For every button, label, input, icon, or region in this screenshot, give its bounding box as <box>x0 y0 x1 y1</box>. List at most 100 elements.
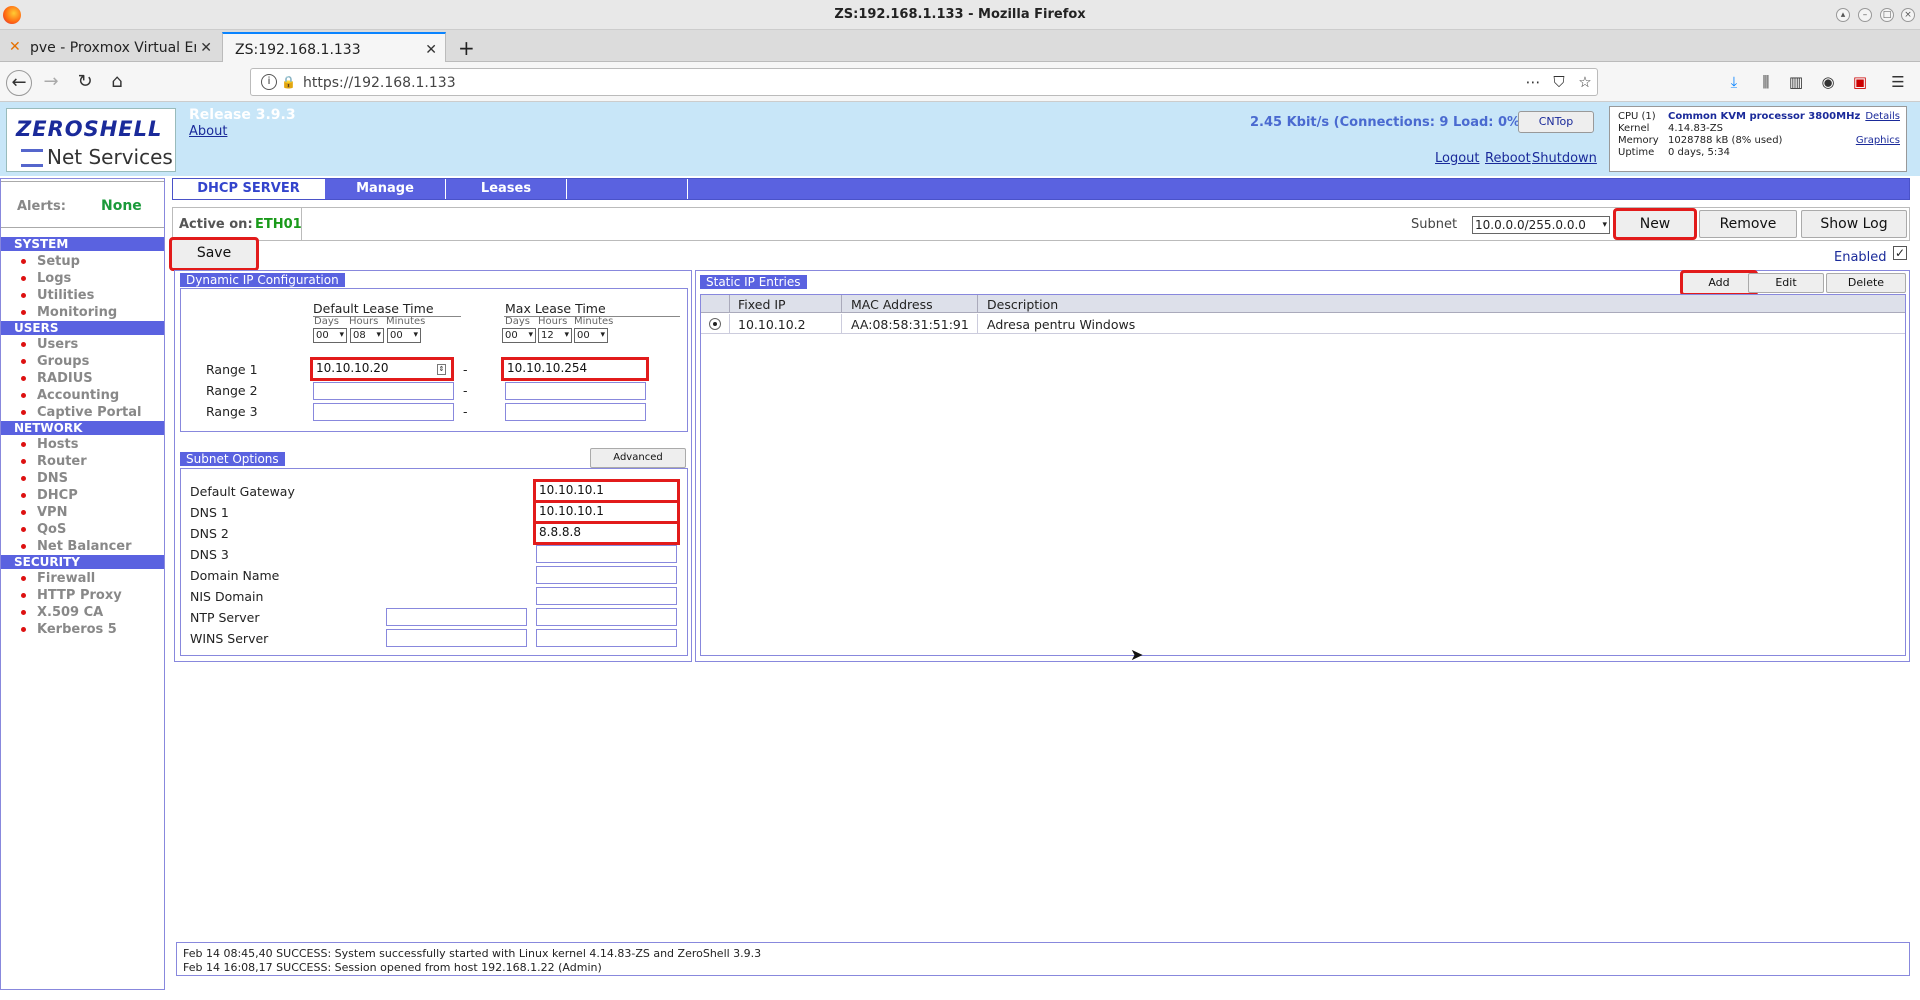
ntp-input-1[interactable] <box>386 608 527 626</box>
new-tab-button[interactable]: + <box>452 32 482 62</box>
sidebar-item-accounting[interactable]: Accounting <box>20 388 119 403</box>
static-ip-title: Static IP Entries <box>700 275 807 289</box>
advanced-button[interactable]: Advanced <box>590 448 686 468</box>
enabled-checkbox[interactable]: ✓ <box>1893 246 1907 260</box>
active-on-bar: Active on: ETH01 Subnet 10.0.0.0/255.0.0… <box>172 207 1910 241</box>
page-actions-icon[interactable]: ⋯ <box>1521 70 1545 94</box>
home-icon[interactable]: ⌂ <box>104 70 130 96</box>
close-tab-icon[interactable]: ✕ <box>425 42 437 58</box>
sidebar-item-groups[interactable]: Groups <box>20 354 89 369</box>
range2-end-input[interactable] <box>505 382 646 400</box>
ntp-label: NTP Server <box>190 610 260 625</box>
save-button[interactable]: Save <box>169 237 259 271</box>
sidebar-item-net-balancer[interactable]: Net Balancer <box>21 539 132 554</box>
downloads-icon[interactable]: ⤓ <box>1722 70 1746 94</box>
tab-dhcp-server[interactable]: DHCP SERVER <box>173 179 325 199</box>
max-days-select[interactable]: 00 <box>502 328 536 343</box>
range3-start-input[interactable] <box>313 403 454 421</box>
edit-button[interactable]: Edit <box>1748 273 1824 293</box>
reload-icon[interactable]: ↻ <box>72 70 98 96</box>
wins-input-2[interactable] <box>536 629 677 647</box>
range1-start-input[interactable]: 10.10.10.20 <box>310 357 454 381</box>
subnet-select[interactable]: 10.0.0.0/255.0.0.0 <box>1472 216 1610 234</box>
sidebar-item-http-proxy[interactable]: HTTP Proxy <box>21 588 122 603</box>
dns3-input[interactable] <box>536 545 677 563</box>
gateway-label: Default Gateway <box>190 484 295 499</box>
sidebar-item-dhcp[interactable]: DHCP <box>21 488 78 503</box>
column-description: Description <box>987 297 1059 312</box>
cntop-button[interactable]: CNTop <box>1518 111 1594 133</box>
sidebar-item-firewall[interactable]: Firewall <box>20 571 95 586</box>
tab-leases[interactable]: Leases <box>446 179 567 199</box>
close-window-button[interactable]: × <box>1901 8 1915 22</box>
delete-button[interactable]: Delete <box>1826 273 1906 293</box>
gateway-input[interactable]: 10.10.10.1 <box>533 479 680 503</box>
sidebar-item-setup[interactable]: Setup <box>21 254 80 269</box>
info-icon[interactable]: i <box>261 74 277 90</box>
sidebar-item-x509-ca[interactable]: X.509 CA <box>20 605 103 620</box>
spinner-icon[interactable]: ⇕ <box>437 364 446 375</box>
tab-zeroshell[interactable]: ZS:192.168.1.133 ✕ <box>222 32 446 62</box>
back-icon[interactable]: ← <box>6 70 32 96</box>
sidebar-icon[interactable]: ▥ <box>1784 70 1808 94</box>
reboot-link[interactable]: Reboot <box>1485 151 1531 166</box>
row-radio[interactable] <box>709 318 721 330</box>
about-link[interactable]: About <box>189 124 227 139</box>
dns2-input[interactable]: 8.8.8.8 <box>533 521 680 545</box>
maximize-button[interactable]: □ <box>1880 8 1894 22</box>
default-hours-select[interactable]: 08 <box>350 328 384 343</box>
insecure-lock-icon[interactable]: 🔒 <box>281 75 296 89</box>
library-icon[interactable]: ⫼ <box>1754 70 1778 94</box>
menu-icon[interactable]: ☰ <box>1886 70 1910 94</box>
sidebar-item-dns[interactable]: DNS <box>20 471 68 486</box>
logo-title: ZEROSHELL <box>16 117 163 141</box>
sidebar-item-users[interactable]: Users <box>20 337 78 352</box>
ntp-input-2[interactable] <box>536 608 677 626</box>
wins-input-1[interactable] <box>386 629 527 647</box>
tab-proxmox[interactable]: ✕ pve - Proxmox Virtual En ✕ <box>0 32 220 62</box>
domain-input[interactable] <box>536 566 677 584</box>
extension-icon[interactable]: ▣ <box>1848 70 1872 94</box>
range2-start-input[interactable] <box>313 382 454 400</box>
show-log-button[interactable]: Show Log <box>1801 210 1907 238</box>
remove-button[interactable]: Remove <box>1699 210 1797 238</box>
graphics-link[interactable]: Graphics <box>1856 135 1900 146</box>
pocket-icon[interactable]: ⛉ <box>1547 70 1571 94</box>
dns1-input[interactable]: 10.10.10.1 <box>533 500 680 524</box>
max-minutes-select[interactable]: 00 <box>574 328 608 343</box>
default-days-select[interactable]: 00 <box>313 328 347 343</box>
minimize-button[interactable]: – <box>1858 8 1872 22</box>
forward-icon[interactable]: → <box>38 70 64 96</box>
range3-end-input[interactable] <box>505 403 646 421</box>
sidebar-item-logs[interactable]: Logs <box>20 271 71 286</box>
sidebar-item-radius[interactable]: RADIUS <box>21 371 93 386</box>
account-icon[interactable]: ◉ <box>1816 70 1840 94</box>
new-button[interactable]: New <box>1613 208 1697 240</box>
add-button[interactable]: Add <box>1680 270 1758 296</box>
alerts-value[interactable]: None <box>101 198 142 214</box>
range1-end-input[interactable]: 10.10.10.254 <box>501 357 649 381</box>
scroll-up-icon[interactable]: ▴ <box>1836 8 1850 22</box>
default-minutes-select[interactable]: 00 <box>387 328 421 343</box>
column-mac: MAC Address <box>851 297 933 312</box>
url-bar[interactable]: i 🔒 https://192.168.1.133 ⋯ ⛉ ☆ <box>250 68 1598 96</box>
max-hours-select[interactable]: 12 <box>538 328 572 343</box>
bookmark-star-icon[interactable]: ☆ <box>1573 70 1597 94</box>
nis-input[interactable] <box>536 587 677 605</box>
range-dash: - <box>463 362 468 377</box>
tab-manage[interactable]: Manage <box>325 179 446 199</box>
sidebar-item-monitoring[interactable]: Monitoring <box>20 305 117 320</box>
app-header: ZEROSHELL Net Services Release 3.9.3 Abo… <box>0 102 1920 176</box>
sidebar-item-hosts[interactable]: Hosts <box>21 437 79 452</box>
sidebar-item-utilities[interactable]: Utilities <box>20 288 94 303</box>
sidebar-item-kerberos[interactable]: Kerberos 5 <box>21 622 117 637</box>
sidebar-item-qos[interactable]: QoS <box>20 522 66 537</box>
table-row[interactable]: 10.10.10.2 AA:08:58:31:51:91 Adresa pent… <box>701 314 1905 334</box>
close-tab-icon[interactable]: ✕ <box>196 40 212 56</box>
details-link[interactable]: Details <box>1865 111 1900 122</box>
sidebar-item-router[interactable]: Router <box>21 454 87 469</box>
sidebar-item-vpn[interactable]: VPN <box>20 505 67 520</box>
sidebar-item-captive-portal[interactable]: Captive Portal <box>20 405 141 420</box>
shutdown-link[interactable]: Shutdown <box>1532 151 1597 166</box>
logout-link[interactable]: Logout <box>1435 151 1480 166</box>
